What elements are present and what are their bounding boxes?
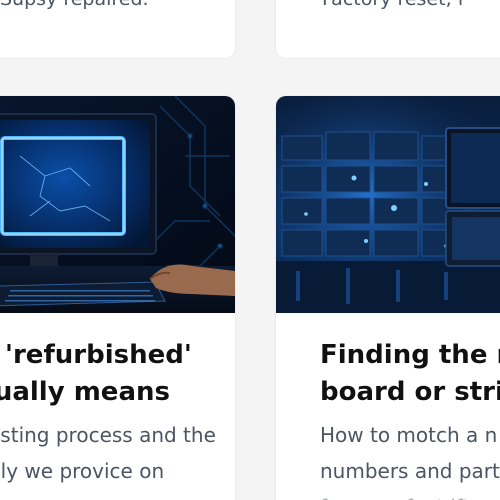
article-top-left-text: Supsy repaired.: [0, 0, 149, 10]
desc-line-3: for a perfect ift: [320, 489, 500, 500]
title-line-2: ctually means: [0, 377, 170, 407]
article-title-refurbished[interactable]: at 'refurbished' ctually means: [0, 337, 192, 411]
title-line-1: Finding the rig: [320, 340, 500, 370]
article-desc-refurbished: esting process and the nly we provice on: [0, 417, 216, 489]
server-room-image[interactable]: [276, 96, 500, 313]
article-title-finding-board[interactable]: Finding the rig board or strip: [320, 337, 500, 411]
title-line-2: board or strip: [320, 377, 500, 407]
desc-line-1: How to motch a n: [320, 423, 498, 447]
article-grid: Supsy repaired. Factory reset, f: [0, 0, 500, 500]
article-desc-finding-board: How to motch a n numbers and part for a …: [320, 417, 500, 500]
computer-monitor-image[interactable]: [0, 96, 235, 313]
desc-line-2: nly we provice on: [0, 459, 165, 483]
desc-line-1: esting process and the: [0, 423, 216, 447]
title-line-1: at 'refurbished': [0, 340, 192, 370]
desc-line-2: numbers and part: [320, 459, 500, 483]
article-top-right-text: Factory reset, f: [322, 0, 464, 10]
